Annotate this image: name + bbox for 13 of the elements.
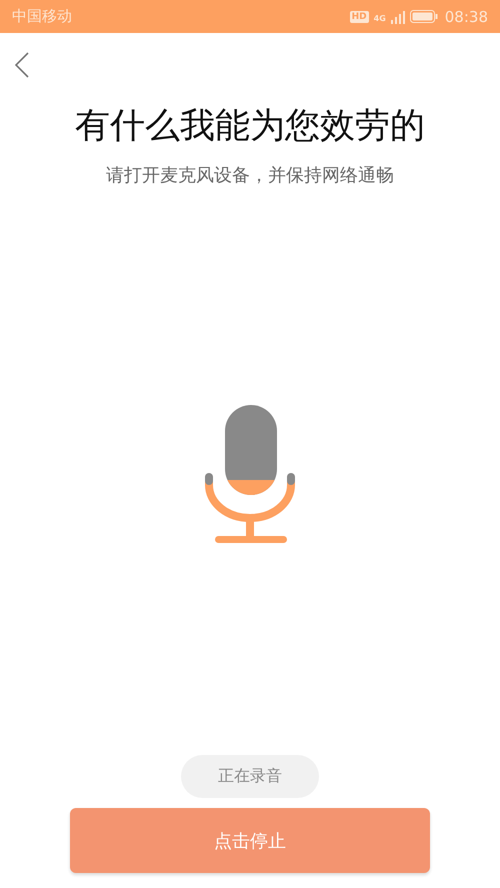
clock: 08:38 [444, 8, 488, 26]
battery-icon [410, 10, 438, 23]
back-button[interactable] [15, 52, 29, 78]
carrier-name: 中国移动 [12, 7, 72, 26]
network-type: 4G [374, 14, 386, 22]
microphone-icon [202, 403, 298, 545]
stop-button[interactable]: 点击停止 [70, 808, 430, 873]
page-title: 有什么我能为您效劳的 [74, 105, 426, 148]
subtitle: 请打开麦克风设备，并保持网络通畅 [105, 164, 395, 187]
hd-badge: HD [350, 10, 369, 22]
signal-icon [390, 10, 405, 24]
recording-status: 正在录音 [181, 755, 319, 798]
back-icon [15, 52, 29, 78]
